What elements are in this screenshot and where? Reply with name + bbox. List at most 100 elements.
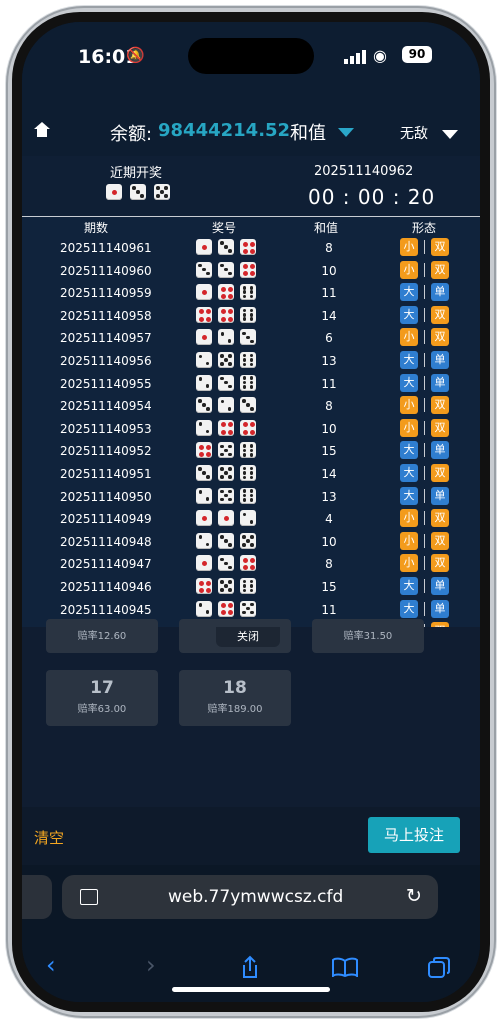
bet-tile-17[interactable]: 17 赔率63.00 <box>46 670 158 726</box>
parity-badge: 单 <box>431 577 449 595</box>
row-dice <box>196 261 256 278</box>
die-face-1-icon <box>218 510 234 527</box>
row-sum: 8 <box>325 241 333 255</box>
parity-badge: 单 <box>431 283 449 302</box>
die-face-3-icon <box>218 374 234 391</box>
countdown-timer: 00 : 00 : 20 <box>308 185 436 209</box>
table-row: 202511140959 11 大单 <box>22 282 480 305</box>
die-face-2-icon <box>196 374 212 391</box>
col-issue: 期数 <box>84 221 109 235</box>
badge-separator <box>424 601 425 616</box>
die-face-1-icon <box>196 329 212 346</box>
row-issue: 202511140952 <box>60 444 152 459</box>
bet-tile[interactable]: 赔率31.50 <box>312 619 424 653</box>
size-badge: 大 <box>400 305 418 324</box>
row-issue: 202511140956 <box>60 354 152 368</box>
badge-separator <box>424 579 425 593</box>
mode-dropdown-icon[interactable] <box>442 130 458 139</box>
die-face-6-icon <box>240 352 256 368</box>
die-face-4-icon <box>218 306 234 323</box>
die-face-1-icon <box>196 555 212 572</box>
place-bet-button[interactable]: 马上投注 <box>368 817 460 853</box>
bet-odds: 赔率12.60 <box>77 631 127 642</box>
parity-badge: 双 <box>431 328 449 347</box>
row-sum: 11 <box>321 602 337 617</box>
previous-tab-pill[interactable] <box>22 875 52 919</box>
badge-separator <box>424 511 425 526</box>
row-dice <box>196 239 256 255</box>
parity-badge: 双 <box>431 531 449 550</box>
size-badge: 小 <box>400 554 418 573</box>
die-face-6-icon <box>240 465 256 481</box>
die-face-6-icon <box>240 306 256 323</box>
row-dice <box>196 578 256 594</box>
bell-muted-icon: 🔕 <box>126 46 145 64</box>
row-dice <box>196 352 256 368</box>
table-row: 202511140951 14 大双 <box>22 463 480 486</box>
parity-badge: 单 <box>431 441 449 460</box>
die-face-5-icon <box>218 487 234 504</box>
bet-tile[interactable]: 赔率12.60 <box>46 619 158 653</box>
url-text: web.77ymwwcsz.cfd <box>168 887 344 907</box>
badge-separator <box>424 443 425 458</box>
die-face-3-icon <box>218 532 234 549</box>
parity-badge: 双 <box>431 396 449 415</box>
badge-separator <box>424 556 425 571</box>
row-sum: 6 <box>325 331 333 346</box>
row-dice <box>196 532 256 549</box>
size-badge: 大 <box>400 441 418 460</box>
die-face-3-icon <box>196 465 212 481</box>
table-row: 202511140946 15 大单 <box>22 576 480 599</box>
play-type-select[interactable]: 和值 <box>290 119 326 145</box>
mode-select[interactable]: 无敌 <box>400 123 428 143</box>
row-issue: 202511140957 <box>60 331 152 346</box>
table-row: 202511140958 14 大双 <box>22 305 480 328</box>
table-row: 202511140957 6 小双 <box>22 327 480 350</box>
bet-area: 赔率12.60 赔率31.50 17 赔率63.00 18 赔率189.00 <box>22 619 480 807</box>
play-type-dropdown-icon[interactable] <box>338 128 354 137</box>
clear-button[interactable]: 清空 <box>34 827 64 848</box>
row-issue: 202511140958 <box>60 308 152 323</box>
row-dice <box>196 600 256 617</box>
die-face-1-icon <box>196 284 212 301</box>
die-face-1-icon <box>106 184 122 200</box>
close-history-button[interactable]: 关闭 <box>216 627 280 647</box>
parity-badge: 双 <box>431 418 449 437</box>
die-face-2-icon <box>196 419 212 436</box>
share-icon[interactable] <box>240 955 260 979</box>
back-icon[interactable]: ‹ <box>46 951 56 979</box>
row-issue: 202511140960 <box>60 263 152 278</box>
bet-odds: 赔率189.00 <box>207 704 263 715</box>
badge-separator <box>424 307 425 322</box>
tabs-icon[interactable] <box>428 957 450 979</box>
row-issue: 202511140946 <box>60 580 152 594</box>
bookmarks-icon[interactable] <box>332 957 358 977</box>
parity-badge: 双 <box>431 464 449 482</box>
page-menu-icon[interactable] <box>80 889 98 905</box>
bet-tile-18[interactable]: 18 赔率189.00 <box>179 670 291 726</box>
badge-separator <box>424 330 425 345</box>
signal-icon <box>344 50 366 64</box>
badge-separator <box>424 353 425 367</box>
size-badge: 小 <box>400 418 418 437</box>
parity-badge: 单 <box>431 351 449 369</box>
row-issue: 202511140959 <box>60 286 152 301</box>
reload-icon[interactable]: ↻ <box>406 885 422 907</box>
table-row: 202511140945 11 大单 <box>22 599 480 622</box>
die-face-4-icon <box>196 306 212 323</box>
col-sum: 和值 <box>314 221 339 235</box>
browser-nav: ‹ › <box>22 951 480 985</box>
die-face-4-icon <box>240 239 256 255</box>
row-sum: 14 <box>321 308 337 323</box>
parity-badge: 双 <box>431 509 449 528</box>
badge-separator <box>424 262 425 277</box>
die-face-4-icon <box>196 578 212 594</box>
die-face-1-icon <box>196 510 212 527</box>
col-form: 形态 <box>412 221 437 235</box>
die-face-4-icon <box>240 555 256 572</box>
die-face-2-icon <box>218 329 234 346</box>
die-face-4-icon <box>218 419 234 436</box>
home-icon[interactable] <box>34 122 50 137</box>
size-badge: 大 <box>400 373 418 392</box>
address-bar[interactable]: web.77ymwwcsz.cfd ↻ <box>62 875 438 919</box>
